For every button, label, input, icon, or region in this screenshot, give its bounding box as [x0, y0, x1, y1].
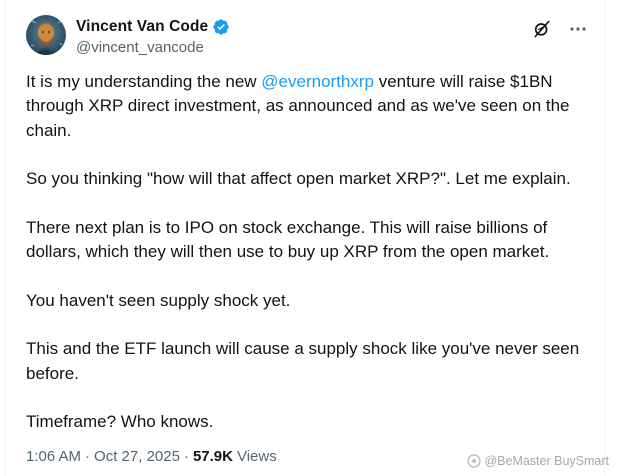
watermark-logo-icon — [467, 454, 482, 468]
tweet-card: Vincent Van Code @vincent_vancode It is … — [5, 0, 605, 476]
views-label: Views — [236, 448, 277, 465]
tweet-time[interactable]: 1:06 AM — [26, 448, 81, 465]
tweet-text-part2: venture will raise $1BN through XRP dire… — [26, 72, 580, 432]
watermark-text: @BeMaster BuySmart — [484, 454, 609, 468]
grok-icon[interactable] — [532, 19, 552, 39]
tweet-header: Vincent Van Code @vincent_vancode — [26, 15, 588, 59]
header-actions — [532, 19, 588, 39]
tweet-meta: 1:06 AM · Oct 27, 2025 · 57.9K Views — [26, 448, 277, 465]
avatar[interactable] — [26, 15, 66, 55]
avatar-image — [26, 15, 66, 55]
more-options-icon[interactable] — [568, 19, 588, 39]
watermark: @BeMaster BuySmart — [467, 454, 609, 468]
mention-link[interactable]: @evernorthxrp — [261, 72, 374, 91]
display-name-row: Vincent Van Code — [76, 17, 230, 37]
tweet-text: It is my understanding the new @evernort… — [26, 70, 598, 434]
meta-separator: · — [183, 448, 189, 465]
tweet-date[interactable]: Oct 27, 2025 — [94, 448, 180, 465]
views-count: 57.9K — [192, 448, 233, 465]
display-name[interactable]: Vincent Van Code — [76, 18, 208, 36]
meta-separator: · — [85, 448, 91, 465]
author-names: Vincent Van Code @vincent_vancode — [76, 17, 230, 56]
tweet-text-part1: It is my understanding the new — [26, 72, 262, 91]
verified-badge-icon[interactable] — [212, 18, 230, 36]
author-handle[interactable]: @vincent_vancode — [76, 39, 230, 56]
